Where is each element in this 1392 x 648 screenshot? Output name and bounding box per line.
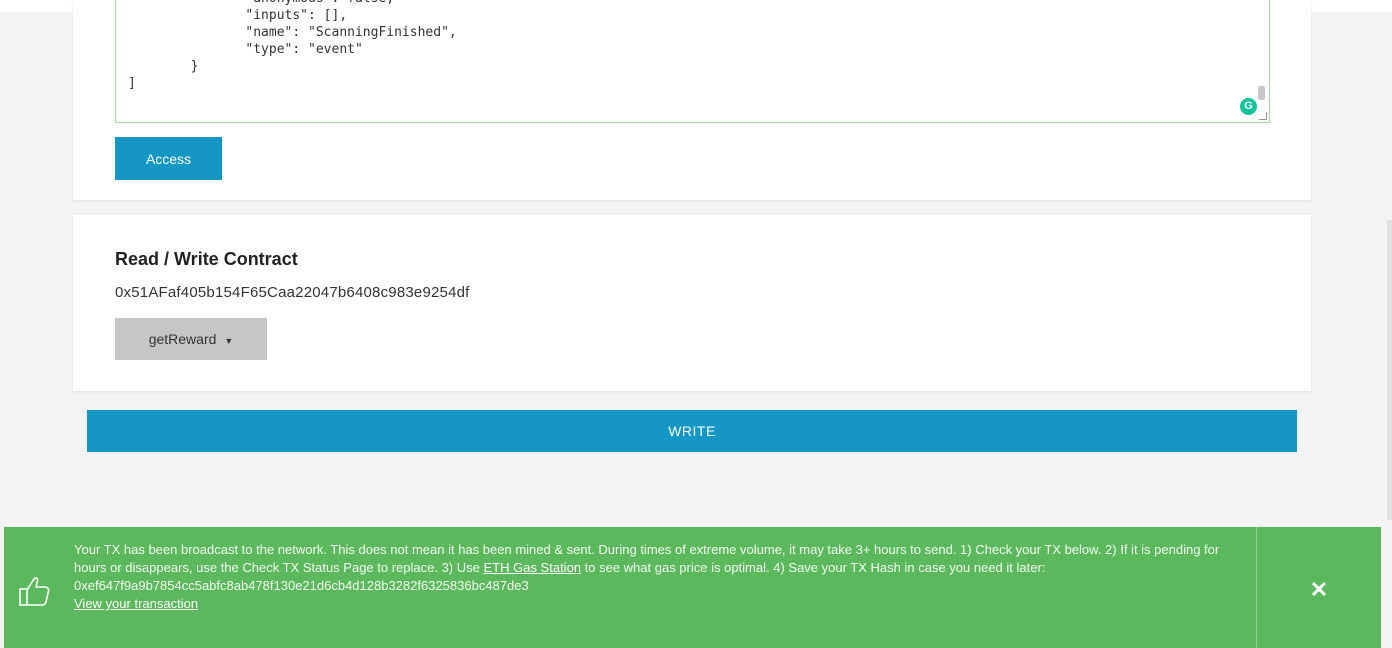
caret-down-icon: ▼ — [224, 336, 234, 346]
abi-json-text: "anonymous": false, "inputs": [], "name"… — [128, 0, 457, 91]
selected-function-label: getReward — [148, 331, 217, 347]
write-button[interactable]: WRITE — [87, 410, 1297, 452]
notification-text-continued: to see what gas price is optimal. 4) Sav… — [581, 560, 1046, 575]
access-button[interactable]: Access — [115, 137, 222, 180]
thumbs-up-icon — [19, 577, 50, 606]
notification-message: Your TX has been broadcast to the networ… — [74, 541, 1244, 613]
contract-address: 0x51AFaf405b154F65Caa22047b6408c983e9254… — [115, 284, 470, 301]
notification-divider — [1256, 527, 1257, 648]
abi-json-textarea[interactable]: "anonymous": false, "inputs": [], "name"… — [115, 0, 1270, 123]
section-title: Read / Write Contract — [115, 249, 298, 269]
resize-handle-icon[interactable] — [1259, 112, 1267, 120]
page-scrollbar[interactable] — [1387, 220, 1392, 520]
abi-card: "anonymous": false, "inputs": [], "name"… — [73, 0, 1311, 200]
tx-notification: Your TX has been broadcast to the networ… — [4, 527, 1381, 648]
function-select-dropdown[interactable]: getReward ▼ — [115, 318, 267, 360]
eth-gas-station-link[interactable]: ETH Gas Station — [483, 560, 581, 575]
close-icon[interactable]: ✕ — [1304, 575, 1334, 605]
view-transaction-link[interactable]: View your transaction — [74, 596, 198, 611]
read-write-contract-card: Read / Write Contract 0x51AFaf405b154F65… — [73, 215, 1311, 391]
tx-hash: 0xef647f9a9b7854cc5abfc8ab478f130e21d6cb… — [74, 578, 529, 593]
textarea-scrollbar[interactable] — [1258, 86, 1265, 100]
grammarly-icon[interactable]: G — [1240, 98, 1257, 115]
